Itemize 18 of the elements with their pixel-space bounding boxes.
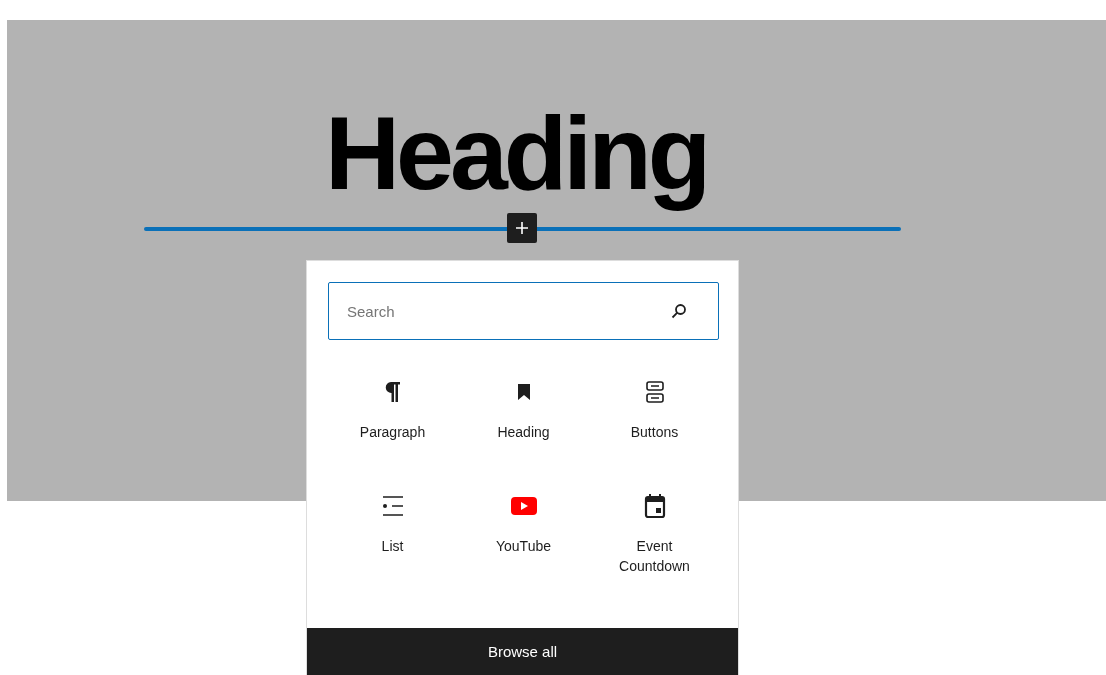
add-block-button[interactable] bbox=[507, 213, 537, 243]
block-option[interactable]: Buttons bbox=[589, 378, 720, 474]
stacked-buttons-icon bbox=[644, 380, 665, 404]
block-option[interactable]: Heading bbox=[458, 378, 589, 474]
calendar-icon bbox=[643, 493, 666, 519]
block-option[interactable]: Event Countdown bbox=[589, 492, 720, 588]
block-option[interactable]: YouTube bbox=[458, 492, 589, 588]
search-field[interactable]: Search bbox=[328, 282, 719, 340]
plus-icon bbox=[515, 221, 529, 235]
block-option[interactable]: Paragraph bbox=[327, 378, 458, 474]
pilcrow-icon bbox=[384, 381, 401, 403]
list-icon bbox=[381, 495, 404, 517]
bookmark-icon bbox=[516, 383, 531, 401]
search-icon bbox=[671, 303, 687, 319]
heading-text: Heading bbox=[325, 94, 708, 213]
block-option[interactable]: List bbox=[327, 492, 458, 588]
browse-all-button[interactable]: Browse all bbox=[307, 628, 738, 675]
video-play-icon bbox=[510, 497, 537, 515]
